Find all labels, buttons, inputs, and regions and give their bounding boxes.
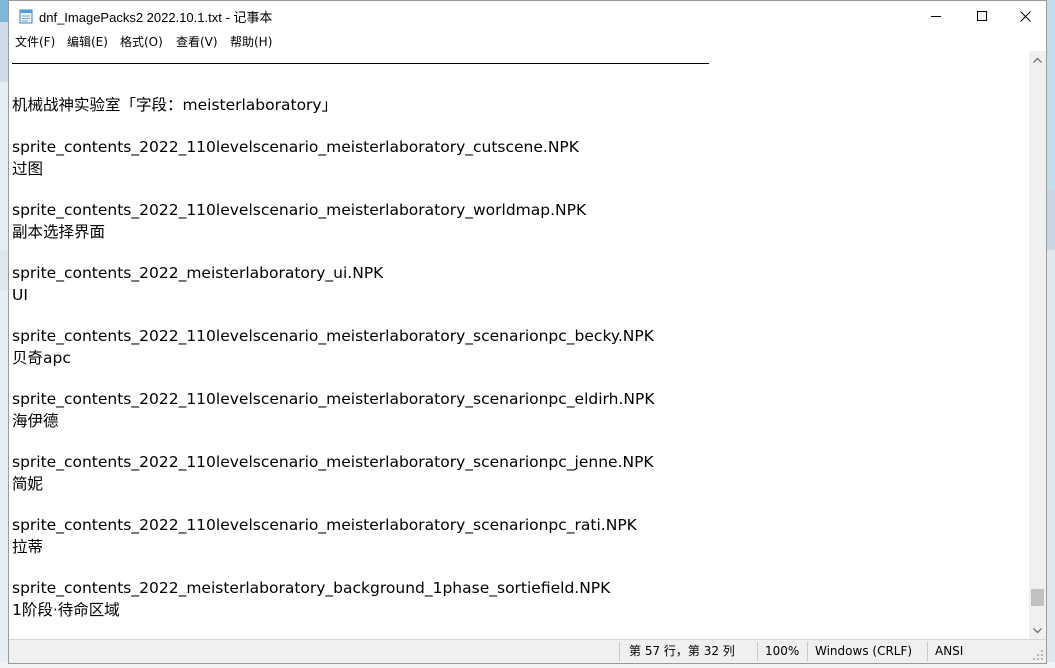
file-description-line: 1阶段·待命区域 xyxy=(12,601,120,619)
menu-edit[interactable]: 编辑(E) xyxy=(67,33,108,51)
menu-bar: 文件(F) 编辑(E) 格式(O) 查看(V) 帮助(H) xyxy=(9,31,1046,51)
zoom-level: 100% xyxy=(765,644,800,658)
file-description-line: 简妮 xyxy=(12,475,44,493)
chevron-down-icon xyxy=(1033,627,1042,633)
minimize-button[interactable] xyxy=(913,1,959,31)
notepad-icon xyxy=(19,9,33,24)
window-title: dnf_ImagePacks2 2022.10.1.txt - 记事本 xyxy=(39,10,273,25)
maximize-button[interactable] xyxy=(959,1,1005,31)
text-editor[interactable]: 机械战神实验室「字段：meisterlaboratory」 sprite_con… xyxy=(9,51,1029,639)
close-icon xyxy=(1019,10,1031,22)
background-window-right xyxy=(1047,0,1055,668)
menu-format[interactable]: 格式(O) xyxy=(120,33,163,51)
title-bar[interactable]: dnf_ImagePacks2 2022.10.1.txt - 记事本 xyxy=(9,1,1046,31)
file-name-line: sprite_contents_2022_110levelscenario_me… xyxy=(12,453,654,471)
notepad-window: dnf_ImagePacks2 2022.10.1.txt - 记事本 文件(F… xyxy=(8,0,1047,664)
file-description-line: 过图 xyxy=(12,160,44,178)
file-name-line: sprite_contents_2022_110levelscenario_me… xyxy=(12,201,587,219)
menu-help[interactable]: 帮助(H) xyxy=(230,33,272,51)
status-bar: 第 57 行，第 32 列 100% Windows (CRLF) ANSI xyxy=(9,639,1046,663)
section-heading: 机械战神实验室「字段：meisterlaboratory」 xyxy=(12,96,338,114)
file-description-line: UI xyxy=(12,286,28,304)
menu-view[interactable]: 查看(V) xyxy=(176,33,218,51)
minimize-icon xyxy=(931,16,941,17)
resize-grip-icon[interactable] xyxy=(1032,649,1044,661)
line-ending: Windows (CRLF) xyxy=(815,644,913,658)
scroll-thumb[interactable] xyxy=(1031,589,1044,606)
file-name-line: sprite_contents_2022_meisterlaboratory_b… xyxy=(12,579,611,597)
vertical-scrollbar[interactable] xyxy=(1029,51,1046,639)
file-name-line: sprite_contents_2022_110levelscenario_me… xyxy=(12,327,654,345)
file-name-line: sprite_contents_2022_110levelscenario_me… xyxy=(12,390,655,408)
file-description-line: 贝奇apc xyxy=(12,349,71,367)
encoding: ANSI xyxy=(935,644,964,658)
separator-line xyxy=(12,63,709,64)
background-window-left xyxy=(0,0,8,668)
file-name-line: sprite_contents_2022_110levelscenario_me… xyxy=(12,138,579,156)
cursor-position: 第 57 行，第 32 列 xyxy=(629,644,735,658)
file-description-line: 副本选择界面 xyxy=(12,223,106,241)
file-description-line: 海伊德 xyxy=(12,412,59,430)
close-button[interactable] xyxy=(1002,1,1048,31)
file-name-line: sprite_contents_2022_110levelscenario_me… xyxy=(12,516,637,534)
maximize-icon xyxy=(977,11,987,21)
file-description-line: 拉蒂 xyxy=(12,538,44,556)
chevron-up-icon xyxy=(1033,57,1042,63)
file-name-line: sprite_contents_2022_meisterlaboratory_u… xyxy=(12,264,384,282)
menu-file[interactable]: 文件(F) xyxy=(15,33,55,51)
scroll-down-button[interactable] xyxy=(1029,622,1046,639)
scroll-up-button[interactable] xyxy=(1029,51,1046,68)
